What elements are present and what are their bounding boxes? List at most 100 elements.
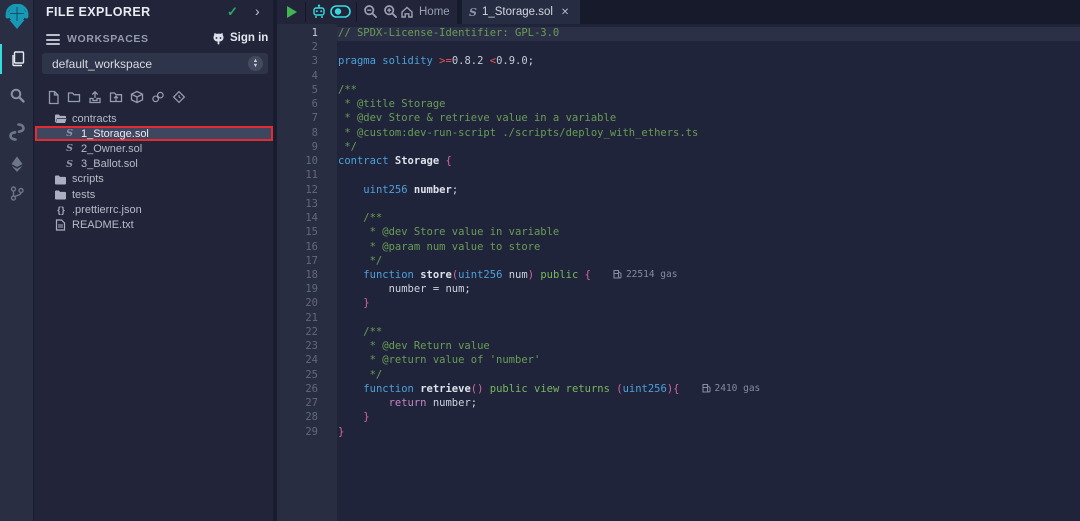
- sidebar-item-search[interactable]: [0, 80, 34, 110]
- home-icon: [400, 5, 414, 19]
- workspace-stepper-icon[interactable]: ▲▼: [248, 56, 263, 71]
- code-line-19[interactable]: number = num;: [337, 283, 1080, 297]
- new-folder-button[interactable]: [67, 89, 81, 105]
- zoom-out-icon: [363, 4, 378, 19]
- code-line-25[interactable]: */: [337, 369, 1080, 383]
- code-line-16[interactable]: * @param num value to store: [337, 241, 1080, 255]
- tree-item-1-storage-sol[interactable]: S1_Storage.sol: [35, 126, 273, 141]
- github-icon: [211, 31, 226, 45]
- sidebar-item-git[interactable]: [0, 178, 34, 208]
- line-number: 16: [277, 241, 337, 255]
- tree-item-label: tests: [72, 189, 95, 201]
- code-line-1[interactable]: // SPDX-License-Identifier: GPL-3.0: [337, 27, 1080, 41]
- tree-item-label: 3_Ballot.sol: [81, 158, 138, 170]
- panel-expand-chevron[interactable]: ›: [255, 3, 260, 19]
- toggle-icon: [330, 5, 351, 18]
- code-line-24[interactable]: * @return value of 'number': [337, 354, 1080, 368]
- sidebar-item-file-explorer[interactable]: [0, 44, 34, 74]
- code-line-14[interactable]: /**: [337, 212, 1080, 226]
- tab-home[interactable]: Home: [400, 0, 450, 24]
- code-line-4[interactable]: [337, 70, 1080, 84]
- line-number: 3: [277, 55, 337, 69]
- remix-logo-icon: [4, 4, 30, 31]
- code-line-17[interactable]: */: [337, 255, 1080, 269]
- editor-region: Home S 1_Storage.sol ✕ 12345678910111213…: [277, 0, 1080, 521]
- code-line-23[interactable]: * @dev Return value: [337, 340, 1080, 354]
- tree-item-readme-txt[interactable]: README.txt: [35, 217, 273, 232]
- code-line-5[interactable]: /**: [337, 84, 1080, 98]
- link-button[interactable]: [151, 89, 165, 105]
- robot-icon: [311, 4, 327, 20]
- code-line-26[interactable]: function retrieve() public view returns …: [337, 383, 1080, 397]
- workspace-select[interactable]: default_workspace ▲▼: [42, 53, 268, 74]
- tree-item-tests[interactable]: tests: [35, 187, 273, 202]
- new-file-button[interactable]: [46, 89, 60, 105]
- zoom-in-button[interactable]: [383, 4, 398, 24]
- tree-item-3-ballot-sol[interactable]: S3_Ballot.sol: [35, 157, 273, 172]
- sidebar-item-solidity-compiler[interactable]: [0, 117, 34, 147]
- upload-file-button[interactable]: [88, 89, 102, 105]
- solidity-compiler-icon: [9, 123, 25, 141]
- code-editor[interactable]: 1234567891011121314151617181920212223242…: [277, 24, 1080, 521]
- file-actions-toolbar: [46, 89, 186, 105]
- code-line-10[interactable]: contract Storage {: [337, 155, 1080, 169]
- tree-item--prettierrc-json[interactable]: { }.prettierrc.json: [35, 202, 273, 217]
- upload-folder-button[interactable]: [109, 89, 123, 105]
- code-line-22[interactable]: /**: [337, 326, 1080, 340]
- code-line-29[interactable]: }: [337, 426, 1080, 440]
- workspaces-menu-icon[interactable]: [46, 34, 60, 48]
- line-number: 22: [277, 326, 337, 340]
- remix-logo[interactable]: [0, 2, 34, 32]
- line-number: 29: [277, 426, 337, 440]
- code-line-21[interactable]: [337, 312, 1080, 326]
- box-button[interactable]: [130, 89, 144, 105]
- code-line-27[interactable]: return number;: [337, 397, 1080, 411]
- tree-item-label: README.txt: [72, 219, 134, 231]
- code-area[interactable]: // SPDX-License-Identifier: GPL-3.0 pragm…: [337, 24, 1080, 521]
- code-line-13[interactable]: [337, 198, 1080, 212]
- code-line-28[interactable]: }: [337, 411, 1080, 425]
- sidebar-item-deploy-and-run[interactable]: [0, 149, 34, 179]
- code-line-15[interactable]: * @dev Store value in variable: [337, 226, 1080, 240]
- code-line-6[interactable]: * @title Storage: [337, 98, 1080, 112]
- code-line-9[interactable]: */: [337, 141, 1080, 155]
- run-script-button[interactable]: [287, 6, 297, 18]
- code-line-18[interactable]: function store(uint256 num) public {2251…: [337, 269, 1080, 283]
- diamond-button[interactable]: [172, 89, 186, 105]
- line-number: 2: [277, 41, 337, 55]
- code-line-3[interactable]: pragma solidity >=0.8.2 <0.9.0;: [337, 55, 1080, 69]
- zoom-out-button[interactable]: [363, 4, 378, 24]
- tab-close-icon[interactable]: ✕: [561, 7, 569, 18]
- line-number: 12: [277, 184, 337, 198]
- remix-ide-window: FILE EXPLORER ✓ › WORKSPACES Sign in def…: [0, 0, 1080, 521]
- code-line-8[interactable]: * @custom:dev-run-script ./scripts/deplo…: [337, 127, 1080, 141]
- editor-topbar: Home S 1_Storage.sol ✕: [277, 0, 1080, 24]
- line-number: 17: [277, 255, 337, 269]
- tree-item-scripts[interactable]: scripts: [35, 172, 273, 187]
- line-number: 23: [277, 340, 337, 354]
- accept-check-button[interactable]: ✓: [227, 4, 238, 20]
- sign-in-label: Sign in: [230, 32, 268, 44]
- code-line-11[interactable]: [337, 169, 1080, 183]
- folder-icon: [54, 174, 67, 185]
- workspace-selected-value: default_workspace: [42, 57, 248, 71]
- line-number: 15: [277, 226, 337, 240]
- code-line-7[interactable]: * @dev Store & retrieve value in a varia…: [337, 112, 1080, 126]
- line-number: 20: [277, 297, 337, 311]
- ai-toggle[interactable]: [330, 5, 351, 23]
- panel-title: FILE EXPLORER: [46, 5, 151, 19]
- tab-1-storage-sol[interactable]: S 1_Storage.sol ✕: [462, 0, 580, 24]
- sign-in-button[interactable]: Sign in: [211, 31, 268, 45]
- line-number: 4: [277, 70, 337, 84]
- ai-assistant-button[interactable]: [311, 4, 327, 25]
- line-number: 18: [277, 269, 337, 283]
- code-line-2[interactable]: [337, 41, 1080, 55]
- tree-item-contracts[interactable]: contracts: [35, 111, 273, 126]
- code-line-12[interactable]: uint256 number;: [337, 184, 1080, 198]
- file-explorer-icon: [9, 50, 27, 68]
- line-number: 11: [277, 169, 337, 183]
- code-line-20[interactable]: }: [337, 297, 1080, 311]
- file-explorer-panel: FILE EXPLORER ✓ › WORKSPACES Sign in def…: [35, 0, 273, 521]
- tree-item-2-owner-sol[interactable]: S2_Owner.sol: [35, 141, 273, 156]
- line-number: 14: [277, 212, 337, 226]
